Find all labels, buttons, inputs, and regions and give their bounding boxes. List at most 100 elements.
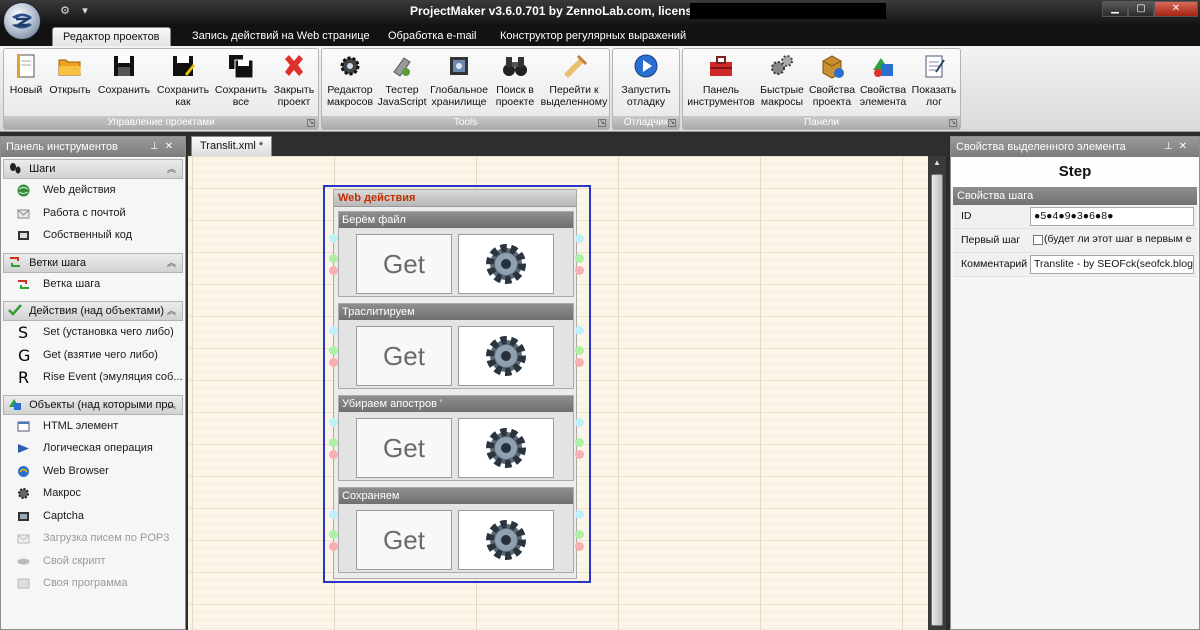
project-canvas[interactable]: Web действия Берём файл Get Траслитируем… (188, 156, 928, 630)
javascript-tester-icon (387, 51, 417, 81)
javascript-tester-button[interactable]: Тестер JavaScript (376, 51, 428, 117)
success-port[interactable] (329, 254, 338, 263)
macro-action[interactable] (458, 326, 554, 386)
tool-item[interactable]: HTML элемент (1, 415, 185, 438)
tab-email-processing[interactable]: Обработка e-mail (378, 27, 486, 46)
tool-item[interactable]: Макрос (1, 482, 185, 505)
group-launcher-icon[interactable]: ↘ (949, 119, 957, 127)
get-action[interactable]: Get (356, 418, 452, 478)
global-storage-button[interactable]: Глобальное хранилище (428, 51, 490, 117)
quick-access-dropdown-icon[interactable]: ▾ (78, 4, 92, 18)
error-port[interactable] (575, 266, 584, 275)
error-port[interactable] (575, 358, 584, 367)
success-port[interactable] (575, 346, 584, 355)
maximize-button[interactable]: ▢ (1128, 1, 1154, 17)
success-port[interactable] (575, 438, 584, 447)
quick-macros-button[interactable]: Быстрые макросы (757, 51, 807, 117)
collapse-chevron-icon[interactable]: ︽ (167, 396, 176, 414)
success-port[interactable] (329, 346, 338, 355)
goto-selected-button[interactable]: Перейти к выделенному (540, 51, 608, 117)
pin-icon[interactable]: ⊥ (1164, 141, 1179, 152)
scroll-thumb[interactable] (931, 174, 943, 626)
input-port[interactable] (329, 234, 338, 243)
macro-editor-button[interactable]: Редактор макросов (324, 51, 376, 117)
web-actions-block[interactable]: Web действия Берём файл Get Траслитируем… (333, 189, 577, 579)
macro-action[interactable] (458, 234, 554, 294)
error-port[interactable] (329, 358, 338, 367)
group-launcher-icon[interactable]: ↘ (307, 119, 315, 127)
project-properties-button[interactable]: Свойства проекта (807, 51, 857, 117)
canvas-vertical-scrollbar[interactable]: ▲ (928, 156, 946, 630)
scroll-up-icon[interactable]: ▲ (931, 158, 943, 170)
section-actions[interactable]: Действия (над объектами) ︽ (3, 301, 183, 321)
close-project-button[interactable]: Закрыть проект (270, 51, 318, 117)
tab-web-recording[interactable]: Запись действий на Web странице (182, 27, 380, 46)
success-port[interactable] (575, 530, 584, 539)
close-window-button[interactable]: ✕ (1154, 1, 1198, 17)
error-port[interactable] (329, 450, 338, 459)
step-block[interactable]: Сохраняем Get (338, 487, 574, 573)
get-action[interactable]: Get (356, 510, 452, 570)
save-as-button[interactable]: Сохранить как (154, 51, 212, 117)
search-in-project-button[interactable]: Поиск в проекте (490, 51, 540, 117)
tool-item[interactable]: Captcha (1, 505, 185, 528)
new-button[interactable]: Новый (6, 51, 46, 117)
collapse-chevron-icon[interactable]: ︽ (167, 254, 176, 272)
tool-item[interactable]: Ветка шага (1, 273, 185, 296)
tool-item[interactable]: S Set (установка чего либо) (1, 321, 185, 344)
success-port[interactable] (329, 438, 338, 447)
tool-item[interactable]: G Get (взятие чего либо) (1, 344, 185, 367)
get-action[interactable]: Get (356, 234, 452, 294)
minimize-button[interactable]: ▁ (1102, 1, 1128, 17)
error-port[interactable] (329, 542, 338, 551)
input-port[interactable] (575, 234, 584, 243)
input-port[interactable] (575, 418, 584, 427)
tool-item[interactable]: Web Browser (1, 460, 185, 483)
section-steps[interactable]: Шаги ︽ (3, 159, 183, 179)
collapse-chevron-icon[interactable]: ︽ (167, 302, 176, 320)
success-port[interactable] (575, 254, 584, 263)
step-block[interactable]: Берём файл Get (338, 211, 574, 297)
id-field[interactable]: ●5●4●9●3●6●8● (1030, 207, 1194, 226)
section-objects[interactable]: Объекты (над которыми про ︽ (3, 394, 183, 415)
step-block[interactable]: Убираем апостров ' Get (338, 395, 574, 481)
tool-item[interactable]: R Rise Event (эмуляция соб... (1, 366, 185, 389)
close-icon[interactable]: ✕ (1179, 141, 1193, 152)
close-icon[interactable]: ✕ (165, 141, 179, 152)
app-menu-button[interactable] (3, 2, 41, 40)
tool-item[interactable]: Работа с почтой (1, 202, 185, 225)
step-block[interactable]: Траслитируем Get (338, 303, 574, 389)
start-debug-button[interactable]: Запустить отладку (615, 51, 677, 117)
pin-icon[interactable]: ⊥ (150, 141, 165, 152)
input-port[interactable] (575, 510, 584, 519)
error-port[interactable] (329, 266, 338, 275)
tool-item[interactable]: Собственный код (1, 224, 185, 247)
tool-item[interactable]: Логическая операция (1, 437, 185, 460)
input-port[interactable] (329, 326, 338, 335)
quick-access-tools-icon[interactable]: ⚙ (58, 4, 72, 18)
input-port[interactable] (329, 418, 338, 427)
tab-regex-builder[interactable]: Конструктор регулярных выражений (490, 27, 696, 46)
error-port[interactable] (575, 450, 584, 459)
tab-project-editor[interactable]: Редактор проектов (52, 27, 171, 46)
input-port[interactable] (575, 326, 584, 335)
macro-action[interactable] (458, 418, 554, 478)
error-port[interactable] (575, 542, 584, 551)
group-launcher-icon[interactable]: ↘ (598, 119, 606, 127)
get-action[interactable]: Get (356, 326, 452, 386)
macro-action[interactable] (458, 510, 554, 570)
show-log-button[interactable]: Показать лог (909, 51, 959, 117)
group-launcher-icon[interactable]: ↘ (668, 119, 676, 127)
save-button[interactable]: Сохранить (96, 51, 152, 117)
toolbox-panel-button[interactable]: Панель инструментов (685, 51, 757, 117)
success-port[interactable] (329, 530, 338, 539)
open-button[interactable]: Открыть (46, 51, 94, 117)
document-tab[interactable]: Translit.xml * (191, 136, 273, 156)
section-step-branches[interactable]: Ветки шага ︽ (3, 252, 183, 273)
tool-item[interactable]: Web действия (1, 179, 185, 202)
element-properties-button[interactable]: Свойства элемента (857, 51, 909, 117)
comment-field[interactable]: Translite - by SEOFck(seofck.blogs (1030, 255, 1194, 274)
input-port[interactable] (329, 510, 338, 519)
collapse-chevron-icon[interactable]: ︽ (167, 160, 176, 178)
save-all-button[interactable]: Сохранить все (212, 51, 270, 117)
